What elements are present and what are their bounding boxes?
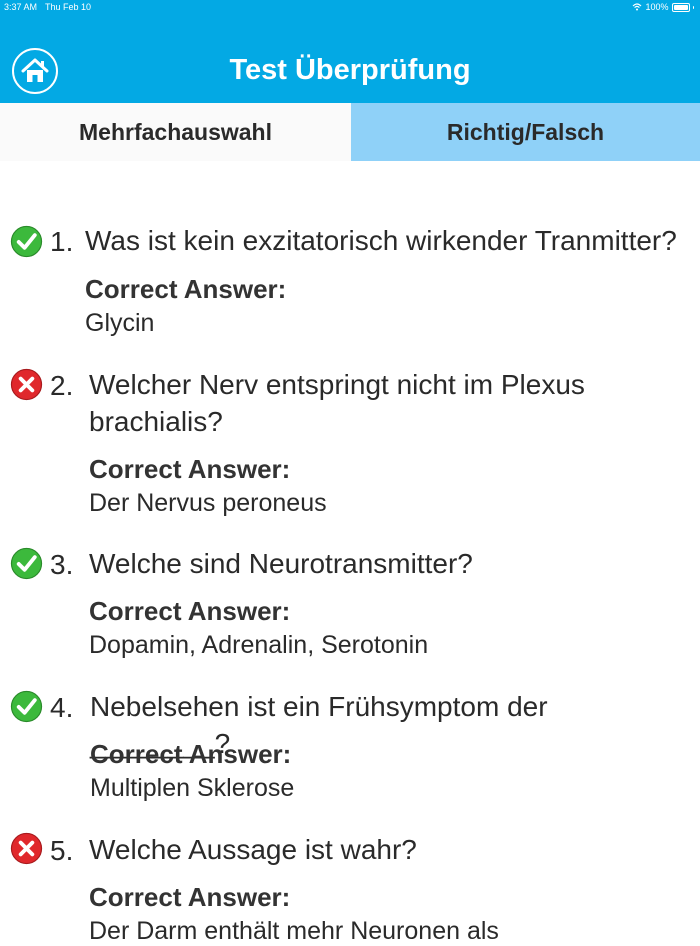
battery-icon (671, 2, 690, 12)
status-date: Thu Feb 10 (45, 2, 92, 12)
question-text: Welche Aussage ist wahr? (89, 834, 417, 865)
correct-answer-value: Der Nervus peroneus (89, 489, 327, 517)
tab-multiple-choice[interactable]: Mehrfachauswahl (0, 103, 351, 161)
question-number: 5. (50, 835, 74, 866)
correct-answer-value: Der Darm enthält mehr Neuronen als (89, 917, 499, 945)
tab-bar: Mehrfachauswahl Richtig/Falsch (0, 103, 700, 161)
battery-percent: 100% (645, 2, 669, 12)
question-number: 3. (50, 549, 74, 580)
correct-answer-label: Correct Answer: (89, 454, 291, 484)
app-header: 3:37 AM Thu Feb 10 100% Test Überprüfung (0, 0, 700, 103)
question-number: 2. (50, 370, 74, 401)
question-number: 4. (50, 692, 74, 723)
question-text: Was ist kein exzitatorisch wirkender Tra… (85, 225, 677, 256)
question-text: Welcher Nerv entspringt nicht im Plexus … (89, 369, 585, 437)
status-time: 3:37 AM (4, 2, 38, 12)
question-number: 1. (50, 226, 74, 257)
wifi-icon (633, 3, 642, 11)
tab-true-false[interactable]: Richtig/Falsch (351, 103, 700, 161)
correct-answer-label: Correct Answer: (90, 739, 292, 769)
status-bar: 3:37 AM Thu Feb 10 100% (0, 0, 700, 14)
check-icon (10, 225, 43, 258)
question-text: Welche sind Neurotransmitter? (89, 548, 473, 579)
status-right: 100% (632, 2, 694, 12)
check-icon (10, 690, 43, 723)
cross-icon (10, 832, 43, 865)
correct-answer-value: Multiplen Sklerose (90, 774, 295, 802)
correct-answer-value: Dopamin, Adrenalin, Serotonin (89, 631, 429, 659)
check-icon (10, 547, 43, 580)
cross-icon (10, 368, 43, 401)
correct-answer-value: Glycin (85, 309, 155, 337)
correct-answer-label: Correct Answer: (89, 882, 291, 912)
page-title: Test Überprüfung (229, 54, 471, 86)
correct-answer-label: Correct Answer: (89, 596, 291, 626)
correct-answer-label: Correct Answer: (85, 274, 287, 304)
